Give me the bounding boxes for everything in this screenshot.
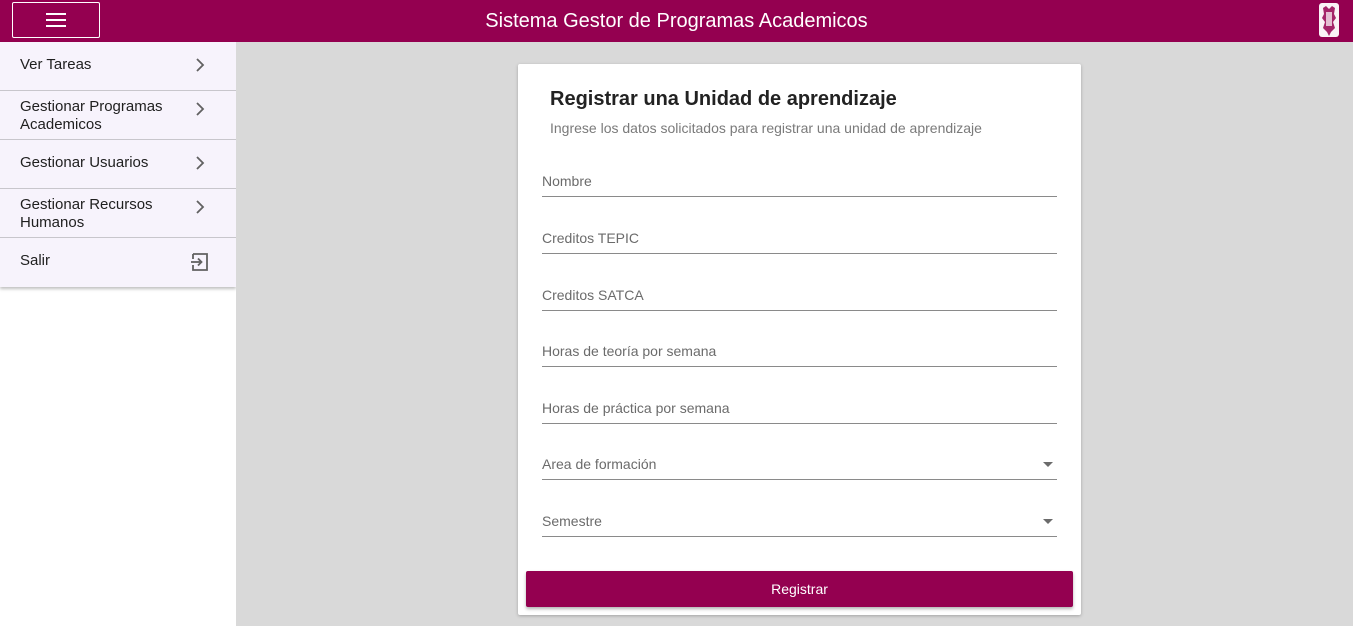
sidebar-item-label: Gestionar Programas Academicos <box>20 98 163 133</box>
semestre-select[interactable]: Semestre <box>542 507 1057 537</box>
horas-practica-field[interactable] <box>542 394 1057 424</box>
creditos-tepic-input[interactable] <box>542 224 1057 252</box>
dropdown-arrow-icon <box>1043 519 1053 524</box>
nombre-field[interactable] <box>542 167 1057 197</box>
top-app-bar: Sistema Gestor de Programas Academicos <box>0 0 1353 42</box>
sidebar-item-label: Gestionar Recursos Humanos <box>20 196 153 231</box>
sidebar-item-salir[interactable]: Salir <box>0 238 236 287</box>
sidebar-item-gestionar-usuarios[interactable]: Gestionar Usuarios <box>0 140 236 189</box>
menu-button[interactable] <box>12 2 100 38</box>
register-form-card: Registrar una Unidad de aprendizaje Ingr… <box>518 64 1081 615</box>
chevron-right-icon <box>196 200 205 214</box>
semestre-label: Semestre <box>542 513 602 529</box>
creditos-satca-input[interactable] <box>542 281 1057 309</box>
sidebar-item-label: Gestionar Usuarios <box>20 154 149 171</box>
creditos-tepic-field[interactable] <box>542 224 1057 254</box>
main-content: Registrar una Unidad de aprendizaje Ingr… <box>236 42 1353 626</box>
chevron-right-icon <box>196 102 205 116</box>
chevron-right-icon <box>196 58 205 72</box>
chevron-right-icon <box>196 156 205 170</box>
sidebar-item-label: Salir <box>20 252 51 269</box>
form-title: Registrar una Unidad de aprendizaje <box>550 88 897 110</box>
sidebar-nav: Ver Tareas Gestionar Programas Academico… <box>0 42 236 287</box>
horas-teoria-input[interactable] <box>542 337 1057 365</box>
hamburger-menu-icon <box>46 13 66 27</box>
horas-practica-input[interactable] <box>542 394 1057 422</box>
sidebar-item-ver-tareas[interactable]: Ver Tareas <box>0 42 236 91</box>
area-formacion-select[interactable]: Area de formación <box>542 450 1057 480</box>
institution-logo-icon <box>1319 3 1339 37</box>
sidebar-item-label: Ver Tareas <box>20 56 92 73</box>
horas-teoria-field[interactable] <box>542 337 1057 367</box>
nombre-input[interactable] <box>542 167 1057 195</box>
sidebar-item-gestionar-programas[interactable]: Gestionar Programas Academicos <box>0 91 236 140</box>
sidebar: Ver Tareas Gestionar Programas Academico… <box>0 42 236 626</box>
sidebar-item-gestionar-recursos-humanos[interactable]: Gestionar Recursos Humanos <box>0 189 236 238</box>
exit-icon <box>191 253 208 271</box>
app-title: Sistema Gestor de Programas Academicos <box>485 10 868 32</box>
dropdown-arrow-icon <box>1043 462 1053 467</box>
creditos-satca-field[interactable] <box>542 281 1057 311</box>
registrar-button[interactable]: Registrar <box>526 571 1073 607</box>
area-formacion-label: Area de formación <box>542 456 657 472</box>
form-subtitle: Ingrese los datos solicitados para regis… <box>550 120 982 136</box>
